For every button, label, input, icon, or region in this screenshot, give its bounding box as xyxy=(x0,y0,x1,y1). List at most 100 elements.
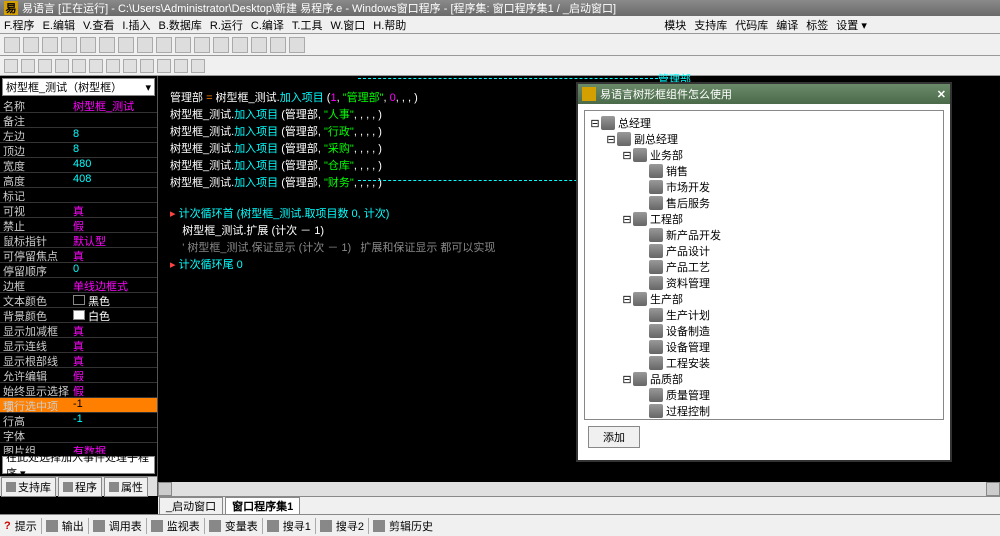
tree-view[interactable]: ⊟总经理⊟副总经理⊟业务部销售市场开发售后服务⊟工程部新产品开发产品设计产品工艺… xyxy=(584,110,944,420)
tree-node[interactable]: 资料管理 xyxy=(589,275,939,291)
property-row[interactable]: 显示连线真 xyxy=(0,338,157,353)
property-row[interactable]: 边框单线边框式 xyxy=(0,278,157,293)
tb-btn[interactable] xyxy=(4,37,20,53)
tb2-btn[interactable] xyxy=(38,59,52,73)
property-row[interactable]: 行高-1 xyxy=(0,413,157,428)
tree-node[interactable]: 产品工艺 xyxy=(589,259,939,275)
tree-node[interactable]: 新产品开发 xyxy=(589,227,939,243)
tree-node[interactable]: ⊟管理部 xyxy=(589,419,939,420)
tree-node[interactable]: 设备制造 xyxy=(589,323,939,339)
status-search2[interactable]: 搜寻2 xyxy=(336,518,364,534)
tree-toggle-icon[interactable]: ⊟ xyxy=(621,373,633,386)
menu-module[interactable]: 模块 xyxy=(664,17,686,33)
property-row[interactable]: 现行选中项-1 xyxy=(0,398,157,413)
tree-node[interactable]: ⊟生产部 xyxy=(589,291,939,307)
tb2-btn[interactable] xyxy=(174,59,188,73)
menu-codelib[interactable]: 代码库 xyxy=(735,17,768,33)
tb-btn[interactable] xyxy=(42,37,58,53)
tb-btn[interactable] xyxy=(194,37,210,53)
tree-toggle-icon[interactable]: ⊟ xyxy=(605,133,617,146)
tb-btn[interactable] xyxy=(156,37,172,53)
tb2-btn[interactable] xyxy=(72,59,86,73)
tb-btn[interactable] xyxy=(175,37,191,53)
property-row[interactable]: 顶边8 xyxy=(0,143,157,158)
tb-btn[interactable] xyxy=(251,37,267,53)
tree-node[interactable]: 市场开发 xyxy=(589,179,939,195)
tb-btn[interactable] xyxy=(137,37,153,53)
tree-node[interactable]: 售后服务 xyxy=(589,195,939,211)
tb-btn[interactable] xyxy=(232,37,248,53)
tree-node[interactable]: 质量管理 xyxy=(589,387,939,403)
component-selector[interactable]: 树型框_测试（树型框）▾ xyxy=(2,78,155,96)
property-row[interactable]: 允许编辑假 xyxy=(0,368,157,383)
menu-view[interactable]: V.查看 xyxy=(83,17,114,33)
status-hint[interactable]: 提示 xyxy=(15,518,37,534)
dialog-title-bar[interactable]: 易语言树形框组件怎么使用 ✕ xyxy=(578,84,950,104)
tab-startup-window[interactable]: _启动窗口 xyxy=(159,497,223,515)
tree-node[interactable]: ⊟工程部 xyxy=(589,211,939,227)
property-row[interactable]: 字体 xyxy=(0,428,157,443)
property-row[interactable]: 停留顺序0 xyxy=(0,263,157,278)
tb-btn[interactable] xyxy=(99,37,115,53)
tb-btn[interactable] xyxy=(80,37,96,53)
add-button[interactable]: 添加 xyxy=(588,426,640,448)
tree-node[interactable]: ⊟副总经理 xyxy=(589,131,939,147)
property-row[interactable]: 显示加减框真 xyxy=(0,323,157,338)
property-row[interactable]: 高度408 xyxy=(0,173,157,188)
status-clip[interactable]: 剪辑历史 xyxy=(389,518,433,534)
tree-node[interactable]: 生产计划 xyxy=(589,307,939,323)
tree-node[interactable]: 销售 xyxy=(589,163,939,179)
status-search1[interactable]: 搜寻1 xyxy=(283,518,311,534)
property-row[interactable]: 备注 xyxy=(0,113,157,128)
tree-toggle-icon[interactable]: ⊟ xyxy=(621,293,633,306)
tb2-btn[interactable] xyxy=(4,59,18,73)
tb2-btn[interactable] xyxy=(55,59,69,73)
tree-toggle-icon[interactable]: ⊟ xyxy=(621,213,633,226)
tb-btn[interactable] xyxy=(270,37,286,53)
menu-file[interactable]: F.程序 xyxy=(4,17,35,33)
tree-node[interactable]: ⊟业务部 xyxy=(589,147,939,163)
tb2-btn[interactable] xyxy=(21,59,35,73)
menu-help[interactable]: H.帮助 xyxy=(373,17,406,33)
tb-btn[interactable] xyxy=(213,37,229,53)
tree-toggle-icon[interactable]: ⊟ xyxy=(621,149,633,162)
tb2-btn[interactable] xyxy=(89,59,103,73)
menu-window[interactable]: W.窗口 xyxy=(330,17,365,33)
property-row[interactable]: 名称树型框_测试 xyxy=(0,98,157,113)
close-icon[interactable]: ✕ xyxy=(937,88,946,101)
tb2-btn[interactable] xyxy=(157,59,171,73)
status-calltable[interactable]: 调用表 xyxy=(109,518,142,534)
tab-program-set[interactable]: 窗口程序集1 xyxy=(225,497,300,515)
tb-btn[interactable] xyxy=(118,37,134,53)
menu-settings[interactable]: 设置 ▾ xyxy=(836,17,867,33)
tb-btn[interactable] xyxy=(23,37,39,53)
status-watch[interactable]: 监视表 xyxy=(167,518,200,534)
property-row[interactable]: 宽度480 xyxy=(0,158,157,173)
menu-insert[interactable]: I.插入 xyxy=(122,17,150,33)
tb2-btn[interactable] xyxy=(106,59,120,73)
property-row[interactable]: 背景颜色 白色 xyxy=(0,308,157,323)
menu-compile[interactable]: C.编译 xyxy=(251,17,284,33)
menu-db[interactable]: B.数据库 xyxy=(158,17,201,33)
tab-property[interactable]: 属性 xyxy=(104,477,148,497)
property-row[interactable]: 始终显示选择项假 xyxy=(0,383,157,398)
property-row[interactable]: 标记 xyxy=(0,188,157,203)
property-row[interactable]: 文本颜色 黑色 xyxy=(0,293,157,308)
menu-tools[interactable]: T.工具 xyxy=(292,17,323,33)
property-row[interactable]: 显示根部线真 xyxy=(0,353,157,368)
status-output[interactable]: 输出 xyxy=(62,518,84,534)
status-vars[interactable]: 变量表 xyxy=(225,518,258,534)
tb-btn[interactable] xyxy=(289,37,305,53)
property-row[interactable]: 禁止假 xyxy=(0,218,157,233)
property-row[interactable]: 可停留焦点真 xyxy=(0,248,157,263)
tb2-btn[interactable] xyxy=(191,59,205,73)
tree-node[interactable]: 工程安装 xyxy=(589,355,939,371)
tree-node[interactable]: 过程控制 xyxy=(589,403,939,419)
tree-node[interactable]: 设备管理 xyxy=(589,339,939,355)
menu-lib[interactable]: 支持库 xyxy=(694,17,727,33)
tree-node[interactable]: 产品设计 xyxy=(589,243,939,259)
tb-btn[interactable] xyxy=(61,37,77,53)
menu-tag[interactable]: 标签 xyxy=(806,17,828,33)
menu-compile2[interactable]: 编译 xyxy=(776,17,798,33)
menu-edit[interactable]: E.编辑 xyxy=(43,17,75,33)
